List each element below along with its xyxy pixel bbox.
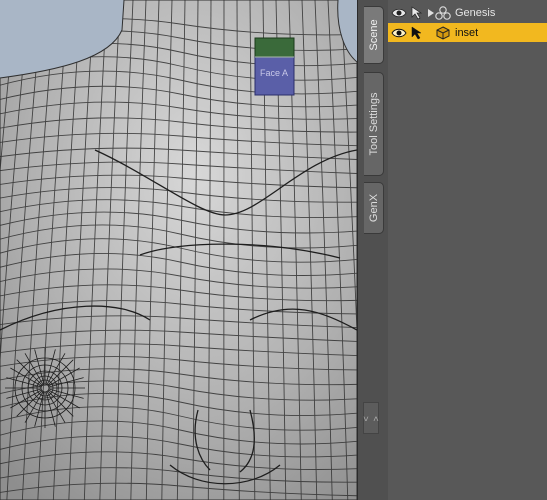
tab-scene-label: Scene	[367, 19, 380, 51]
scene-node-inset[interactable]: inset	[388, 23, 547, 42]
face-widget-label: Face A	[260, 68, 288, 78]
tab-genx-label: GenX	[367, 193, 380, 223]
tab-genx[interactable]: GenX	[364, 182, 384, 234]
tab-tool-settings-label: Tool Settings	[367, 92, 380, 156]
collapse-handle-label: < >	[361, 416, 381, 422]
scene-node-label: Genesis	[455, 6, 496, 19]
eye-icon[interactable]	[391, 27, 407, 39]
select-arrow-icon[interactable]	[410, 5, 426, 20]
select-arrow-icon[interactable]	[410, 26, 426, 40]
tab-scene[interactable]: Scene	[364, 6, 384, 64]
face-widget[interactable]: Face A	[254, 37, 295, 96]
primitive-cube-icon	[435, 25, 451, 41]
panel-collapse-handle[interactable]: < >	[361, 402, 381, 434]
scene-panel: Genesis inset	[388, 0, 547, 500]
scene-node-label: inset	[455, 26, 479, 39]
eye-icon[interactable]	[391, 7, 407, 19]
3d-viewport[interactable]: Face A	[0, 0, 357, 500]
panel-tab-strip: Scene Tool Settings GenX < >	[357, 0, 388, 500]
figure-mesh	[0, 0, 357, 500]
expand-triangle-icon[interactable]	[426, 8, 435, 18]
tab-tool-settings[interactable]: Tool Settings	[364, 72, 384, 176]
figure-icon	[435, 5, 451, 21]
scene-node-genesis[interactable]: Genesis	[388, 3, 547, 22]
